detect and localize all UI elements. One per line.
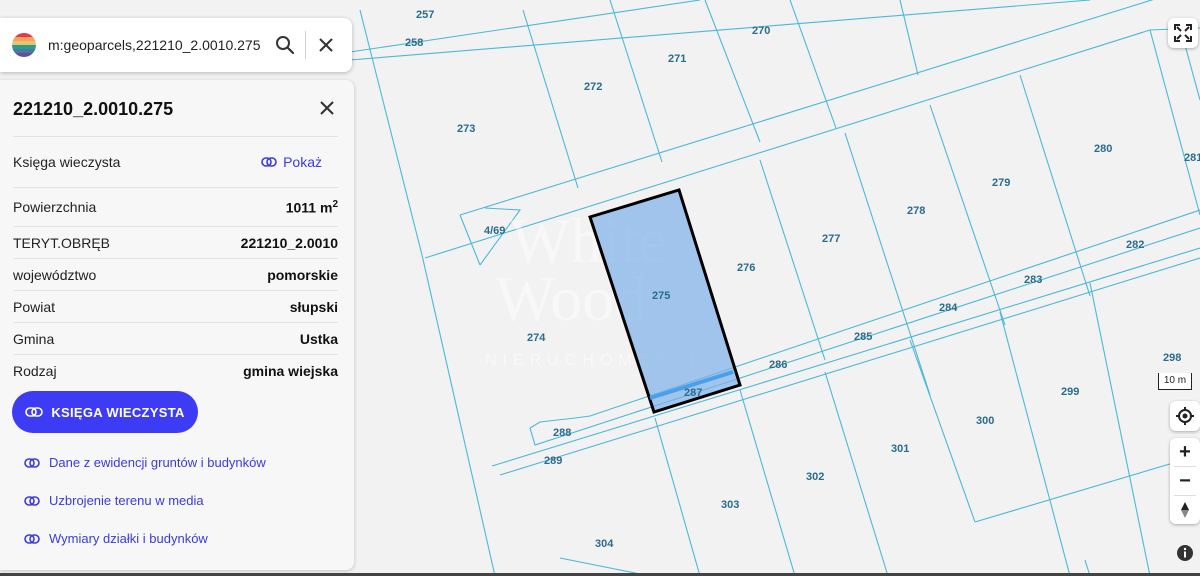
search-input[interactable]: m:geoparcels,221210_2.0010.275 [48, 37, 265, 53]
row-powierzchnia: Powierzchnia 1011 m2 [13, 187, 338, 226]
parcel-attributes: Księga wieczysta Pokaż Powierzchnia 1011… [13, 136, 338, 386]
row-value: gmina wiejska [243, 362, 338, 379]
close-panel-button[interactable] [307, 88, 347, 128]
parcel-label-288: 288 [553, 427, 571, 439]
parcel-label-298: 298 [1163, 352, 1181, 364]
parcel-label-274: 274 [527, 332, 546, 344]
fullscreen-icon [1174, 24, 1192, 42]
close-icon [319, 38, 333, 52]
parcel-label-276: 276 [737, 262, 755, 274]
info-icon [1177, 545, 1193, 561]
parcel-label-280: 280 [1094, 143, 1112, 155]
row-value: 221210_2.0010 [240, 234, 338, 251]
parcel-label-299: 299 [1061, 386, 1079, 398]
link-uzbrojenie[interactable]: Uzbrojenie terenu w media [24, 493, 204, 508]
zoom-in-button[interactable]: + [1170, 438, 1200, 466]
link-icon [25, 407, 44, 417]
ksiega-wieczysta-label: KSIĘGA WIECZYSTA [51, 404, 185, 420]
parcel-label-272: 272 [584, 81, 602, 93]
row-value: pomorskie [267, 266, 338, 283]
search-box[interactable]: m:geoparcels,221210_2.0010.275 [0, 18, 352, 72]
row-label: TERYT.OBRĘB [13, 234, 110, 251]
row-label: Gmina [13, 330, 55, 347]
search-button[interactable] [265, 25, 305, 65]
parcel-label-282: 282 [1126, 239, 1144, 251]
row-label: Rodzaj [13, 362, 57, 379]
parcel-label-258: 258 [405, 37, 423, 49]
row-label: województwo [13, 266, 97, 283]
row-powiat: Powiat słupski [13, 290, 338, 322]
close-icon [320, 101, 334, 115]
parcel-label-304: 304 [595, 538, 614, 550]
link-label: Wymiary działki i budynków [49, 531, 208, 546]
fullscreen-button[interactable] [1168, 18, 1198, 48]
parcel-label-302: 302 [806, 471, 824, 483]
parcel-label-271: 271 [668, 53, 686, 65]
parcel-label-279: 279 [992, 177, 1010, 189]
parcel-label-303: 303 [721, 499, 739, 511]
scale-bar: 10 m [1158, 373, 1192, 390]
row-rodzaj: Rodzaj gmina wiejska [13, 354, 338, 386]
search-icon [276, 36, 295, 55]
parcel-label-283: 283 [1024, 274, 1042, 286]
link-icon [24, 457, 40, 468]
row-label: Powiat [13, 298, 56, 315]
parcel-label-4-69: 4/69 [484, 225, 505, 237]
row-value: Ustka [299, 330, 338, 347]
parcel-id-title: 221210_2.0010.275 [13, 99, 174, 119]
show-ksiega-link[interactable]: Pokaż [261, 154, 322, 170]
parcel-info-panel: 221210_2.0010.275 Księga wieczysta Pokaż… [0, 80, 354, 570]
parcel-label-273: 273 [457, 123, 475, 135]
link-icon [24, 533, 40, 544]
link-wymiary[interactable]: Wymiary działki i budynków [24, 531, 208, 546]
row-value: 1011 m2 [285, 198, 338, 216]
parcel-label-285: 285 [854, 331, 872, 343]
ksiega-wieczysta-button[interactable]: KSIĘGA WIECZYSTA [12, 391, 198, 433]
locate-button[interactable] [1170, 401, 1200, 431]
parcel-label-257: 257 [416, 9, 434, 21]
clear-search-button[interactable] [306, 25, 346, 65]
link-ewidencja[interactable]: Dane z ewidencji gruntów i budynków [24, 455, 266, 470]
parcel-label-286: 286 [769, 359, 787, 371]
row-teryt: TERYT.OBRĘB 221210_2.0010 [13, 226, 338, 258]
parcel-label-275: 275 [652, 290, 670, 302]
parcel-label-284: 284 [939, 302, 958, 314]
link-label: Dane z ewidencji gruntów i budynków [49, 455, 266, 470]
link-icon [24, 495, 40, 506]
parcel-label-287: 287 [684, 387, 702, 399]
parcel-label-278: 278 [907, 205, 925, 217]
locate-icon [1176, 407, 1194, 425]
row-wojewodztwo: województwo pomorskie [13, 258, 338, 290]
app-logo-icon [12, 33, 36, 57]
row-label: Powierzchnia [13, 199, 97, 215]
info-button[interactable] [1172, 540, 1198, 566]
parcel-label-277: 277 [822, 233, 840, 245]
show-ksiega-label: Pokaż [283, 154, 322, 170]
row-value: słupski [289, 298, 338, 315]
link-icon [261, 157, 277, 167]
parcel-label-300: 300 [976, 415, 994, 427]
zoom-controls: + − [1170, 438, 1200, 524]
row-ksiega: Księga wieczysta Pokaż [13, 136, 338, 187]
parcel-label-270: 270 [752, 25, 770, 37]
parcel-label-281: 281 [1184, 152, 1200, 164]
link-label: Uzbrojenie terenu w media [49, 493, 204, 508]
parcel-label-289: 289 [544, 455, 562, 467]
row-label: Księga wieczysta [13, 154, 121, 170]
row-gmina: Gmina Ustka [13, 322, 338, 354]
zoom-out-button[interactable]: − [1170, 467, 1200, 495]
parcel-label-301: 301 [891, 443, 909, 455]
compass-button[interactable] [1170, 496, 1200, 524]
compass-icon [1181, 502, 1189, 518]
